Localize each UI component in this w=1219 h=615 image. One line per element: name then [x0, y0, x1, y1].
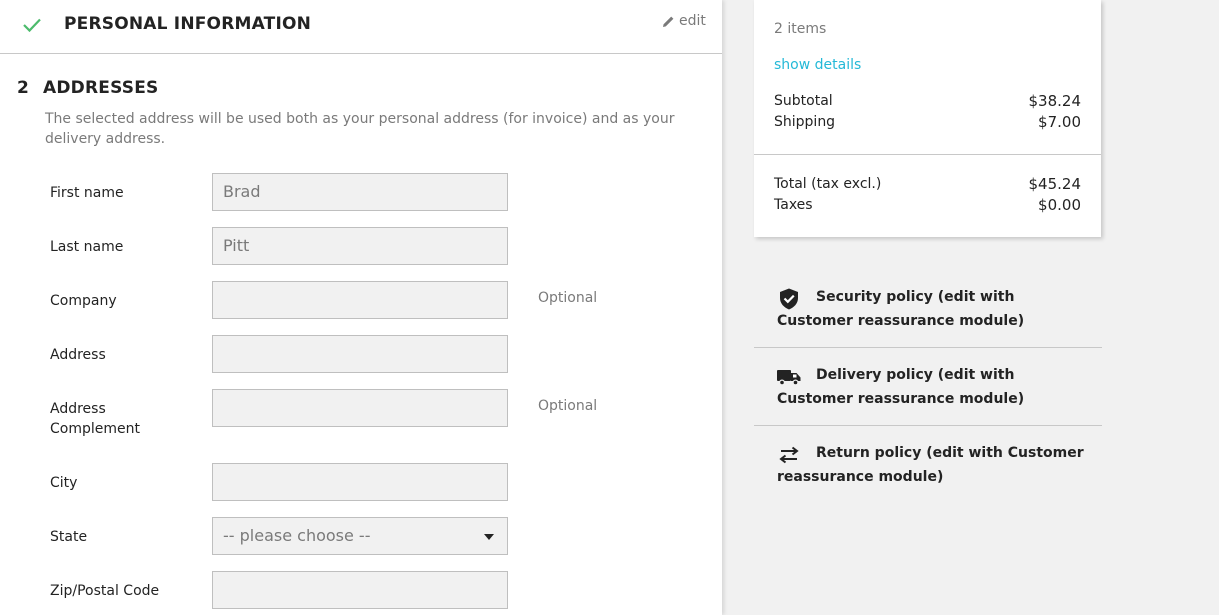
reassurance-text: Delivery policy (edit with Customer reas…: [777, 367, 1025, 407]
field-label: Address Complement: [50, 401, 140, 437]
state-select[interactable]: -- please choose --: [212, 517, 508, 555]
checkout-steps-panel: PERSONAL INFORMATION edit 2 ADDRESSES Th…: [0, 0, 722, 615]
show-details-link[interactable]: show details: [774, 57, 861, 73]
field-label: Company: [50, 293, 117, 309]
edit-personal-link[interactable]: edit: [662, 13, 706, 29]
reassurance-text: Return policy (edit with Customer reassu…: [777, 445, 1084, 485]
address-input[interactable]: [212, 335, 508, 373]
shipping-label: Shipping: [774, 114, 836, 130]
edit-label: edit: [679, 13, 706, 29]
pencil-icon: [663, 16, 674, 27]
check-icon: [23, 18, 41, 33]
reassurance-divider: [754, 347, 1102, 348]
optional-hint: Optional: [538, 290, 598, 306]
shipping-value: $7.00: [1038, 113, 1081, 131]
field-label: State: [50, 529, 88, 545]
taxes-label: Taxes: [774, 197, 813, 213]
city-input[interactable]: [212, 463, 508, 501]
total-value: $45.24: [1028, 175, 1082, 193]
step-title-addresses: ADDRESSES: [43, 78, 159, 98]
reassurance-text: Security policy (edit with Customer reas…: [777, 289, 1025, 329]
caret-down-icon: [484, 534, 494, 540]
state-select-value: -- please choose --: [223, 526, 371, 545]
step-number: 2: [17, 78, 29, 98]
subtotal-label: Subtotal: [774, 93, 833, 109]
items-count: 2 items: [774, 21, 827, 37]
address-help-text: The selected address will be used both a…: [45, 111, 675, 147]
field-label: Zip/Postal Code: [50, 583, 160, 599]
cart-summary: 2 items show details Subtotal $38.24 Shi…: [754, 0, 1101, 237]
total-label: Total (tax excl.): [774, 176, 882, 192]
taxes-value: $0.00: [1038, 196, 1081, 214]
firstname-input[interactable]: Brad: [212, 173, 508, 211]
field-label: City: [50, 475, 78, 491]
lastname-input[interactable]: Pitt: [212, 227, 508, 265]
summary-divider: [754, 154, 1101, 155]
optional-hint: Optional: [538, 398, 598, 414]
field-label: Last name: [50, 239, 124, 255]
company-input[interactable]: [212, 281, 508, 319]
field-label: Address: [50, 347, 106, 363]
step-personal-information[interactable]: PERSONAL INFORMATION edit: [0, 0, 722, 54]
reassurance-divider: [754, 425, 1102, 426]
subtotal-value: $38.24: [1028, 92, 1082, 110]
zip-input[interactable]: [212, 571, 508, 609]
step-title-personal: PERSONAL INFORMATION: [64, 14, 312, 34]
address-complement-input[interactable]: [212, 389, 508, 427]
field-label: First name: [50, 185, 124, 201]
